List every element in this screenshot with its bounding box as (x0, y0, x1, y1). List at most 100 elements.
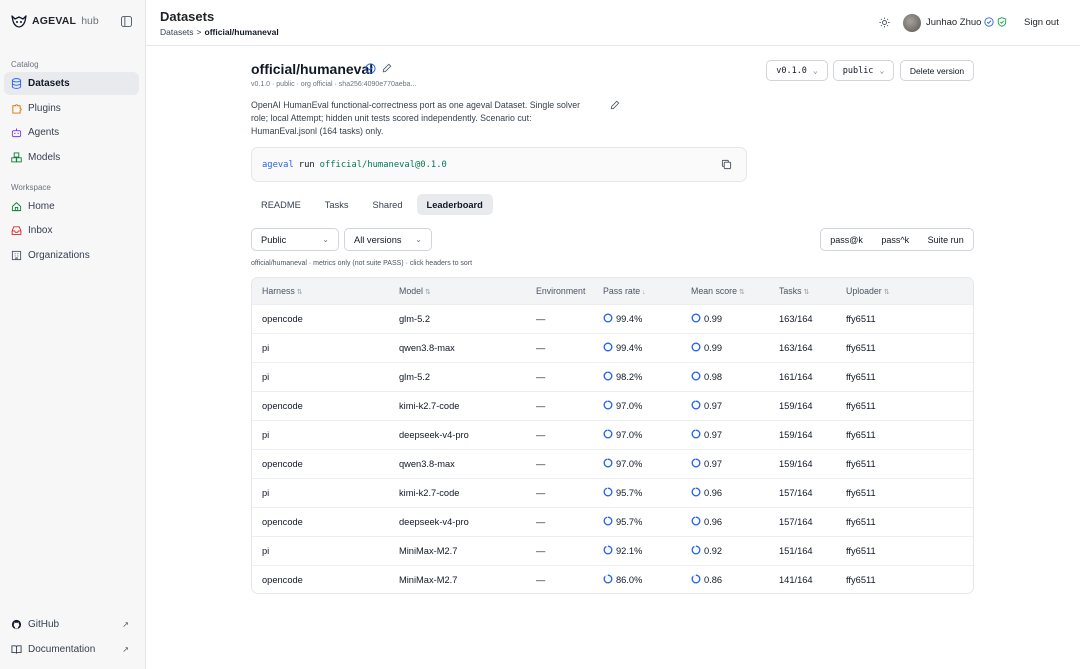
delete-version-button[interactable]: Delete version (900, 60, 974, 81)
uploader-cell-value: ffy6511 (846, 487, 876, 498)
environment-cell: — (526, 333, 593, 362)
table-row[interactable]: opencode qwen3.8-max — 97.0% 0.97 159/164 ffy6… (252, 449, 973, 478)
sort-desc-icon: ↓ (642, 288, 646, 296)
table-row[interactable]: opencode kimi-k2.7-code — 97.0% 0.97 159/164 f… (252, 391, 973, 420)
version-select[interactable]: v0.1.0 ⌄ (766, 60, 828, 81)
column-header-mean-score[interactable]: Mean score ⇅ (681, 278, 769, 304)
metric-suite-run[interactable]: Suite run (928, 235, 964, 245)
sidebar-item-datasets[interactable]: Datasets (4, 72, 139, 95)
chevron-down-icon: ⌄ (812, 66, 818, 75)
edit-pencil-icon[interactable] (382, 63, 392, 73)
table-row[interactable]: opencode deepseek-v4-pro — 95.7% 0.96 157/164… (252, 507, 973, 536)
mean-score-cell-value: 0.96 (704, 517, 723, 527)
column-header-harness[interactable]: Harness ⇅ (252, 278, 389, 304)
column-header-environment[interactable]: Environment (526, 278, 593, 304)
pass-rate-cell: 86.0% (593, 565, 681, 593)
run-command-box: ageval run official/humaneval@0.1.0 (251, 147, 747, 182)
harness-cell-value: pi (262, 487, 270, 498)
pass-rate-cell-value: 97.0% (616, 459, 643, 469)
tab-tasks[interactable]: Tasks (315, 194, 359, 215)
sign-out-button[interactable]: Sign out (1024, 17, 1059, 28)
tab-shared[interactable]: Shared (363, 194, 413, 215)
mean-score-cell-value: 0.92 (704, 546, 723, 556)
mean-score-cell: 0.98 (681, 362, 769, 391)
model-cell: deepseek-v4-pro (389, 507, 526, 536)
metric-pass-pow-k[interactable]: pass^k (881, 235, 909, 245)
column-header-model[interactable]: Model ⇅ (389, 278, 526, 304)
metric-toggle-group: pass@k pass^k Suite run (820, 228, 974, 251)
table-row[interactable]: pi kimi-k2.7-code — 95.7% 0.96 157/164 ffy6511 (252, 478, 973, 507)
progress-ring-icon (691, 429, 701, 439)
uploader-cell: ffy6511 (836, 478, 973, 507)
table-row[interactable]: pi qwen3.8-max — 99.4% 0.99 163/164 ffy6511 (252, 333, 973, 362)
sidebar-item-plugins[interactable]: Plugins (4, 97, 139, 120)
sidebar-item-label: Home (28, 201, 55, 212)
scope-select[interactable]: Public ⌄ (251, 228, 339, 251)
environment-cell-value: — (536, 400, 546, 411)
sidebar-item-documentation[interactable]: Documentation ↗ (4, 638, 139, 661)
sidebar-collapse-icon[interactable] (121, 16, 132, 27)
visibility-select[interactable]: public ⌄ (833, 60, 894, 81)
table-row[interactable]: pi deepseek-v4-pro — 97.0% 0.97 159/164 ffy651… (252, 420, 973, 449)
environment-cell-value: — (536, 516, 546, 527)
column-header-label: Uploader (846, 285, 882, 296)
mean-score-cell: 0.86 (681, 565, 769, 593)
mean-score-cell-value: 0.86 (704, 575, 723, 586)
model-cell: glm-5.2 (389, 362, 526, 391)
column-header-label: Tasks (779, 285, 802, 296)
sun-icon[interactable] (879, 17, 890, 28)
avatar[interactable] (903, 14, 921, 32)
tasks-cell-value: 159/164 (779, 429, 813, 440)
model-cell-value: deepseek-v4-pro (399, 516, 469, 527)
copy-icon[interactable] (721, 159, 732, 170)
table-row[interactable]: pi MiniMax-M2.7 — 92.1% 0.92 151/164 ffy6511 (252, 536, 973, 565)
model-cell: qwen3.8-max (389, 333, 526, 362)
page-title: Datasets (160, 9, 215, 24)
tasks-cell-value: 163/164 (779, 313, 813, 324)
pass-rate-cell-value: 95.7% (616, 517, 643, 527)
edit-pencil-icon[interactable] (610, 100, 620, 110)
progress-ring-icon (691, 313, 701, 323)
leaderboard-table: Harness ⇅ Model ⇅ Environment Pass rate ↓ Mean … (251, 277, 974, 594)
breadcrumb-parent[interactable]: Datasets (160, 27, 194, 37)
pass-rate-cell-value: 99.4% (616, 314, 643, 324)
mean-score-cell: 0.96 (681, 507, 769, 536)
dataset-meta: v0.1.0 · public · org official · sha256:… (251, 81, 417, 88)
sidebar-item-github[interactable]: GitHub ↗ (4, 613, 139, 636)
github-icon (11, 619, 22, 630)
column-header-pass-rate[interactable]: Pass rate ↓ (593, 278, 681, 304)
metric-pass-at-k[interactable]: pass@k (830, 235, 863, 245)
pass-rate-cell: 98.2% (593, 362, 681, 391)
pass-rate-cell: 97.0% (593, 420, 681, 449)
harness-cell: opencode (252, 304, 389, 333)
tab-leaderboard[interactable]: Leaderboard (416, 194, 493, 215)
version-select-value: v0.1.0 (776, 65, 807, 76)
table-row[interactable]: opencode MiniMax-M2.7 — 86.0% 0.86 141/164 ffy… (252, 565, 973, 593)
tab-readme[interactable]: README (251, 194, 311, 215)
sidebar-item-label: Documentation (28, 644, 96, 655)
table-row[interactable]: pi glm-5.2 — 98.2% 0.98 161/164 ffy6511 (252, 362, 973, 391)
tasks-cell-value: 161/164 (779, 371, 813, 382)
versions-select[interactable]: All versions ⌄ (344, 228, 432, 251)
brand-name: AGEVAL (32, 15, 77, 27)
sidebar-item-inbox[interactable]: Inbox (4, 219, 139, 242)
sidebar-item-label: Organizations (28, 250, 90, 261)
harness-cell-value: opencode (262, 458, 303, 469)
command-target: official/humaneval@0.1.0 (319, 159, 447, 170)
sidebar-item-agents[interactable]: Agents (4, 121, 139, 144)
sidebar-item-home[interactable]: Home (4, 195, 139, 218)
sidebar-item-models[interactable]: Models (4, 146, 139, 169)
sort-icon: ⇅ (803, 288, 810, 296)
sort-icon: ⇅ (424, 288, 431, 296)
brand[interactable]: AGEVAL hub (11, 14, 99, 28)
tasks-cell: 159/164 (769, 420, 836, 449)
column-header-tasks[interactable]: Tasks ⇅ (769, 278, 836, 304)
model-cell-value: kimi-k2.7-code (399, 400, 460, 411)
table-row[interactable]: opencode glm-5.2 — 99.4% 0.99 163/164 ffy6511 (252, 304, 973, 333)
harness-cell: pi (252, 420, 389, 449)
column-header-label: Environment (536, 285, 586, 296)
sidebar-item-organizations[interactable]: Organizations (4, 244, 139, 267)
column-header-uploader[interactable]: Uploader ⇅ (836, 278, 973, 304)
pass-rate-cell: 97.0% (593, 449, 681, 478)
user-name[interactable]: Junhao Zhuo (926, 17, 981, 28)
